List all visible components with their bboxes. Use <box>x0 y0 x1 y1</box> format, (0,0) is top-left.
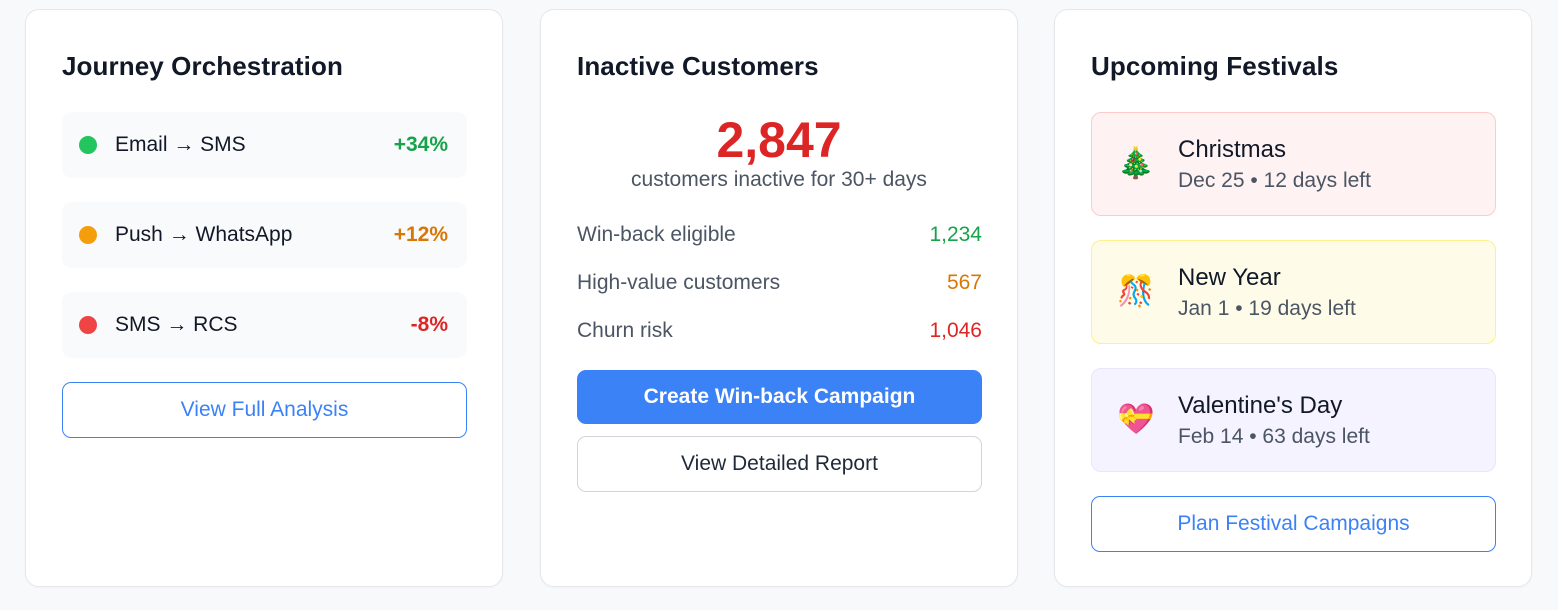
status-dot-icon <box>79 136 97 154</box>
plan-festival-campaigns-button[interactable]: Plan Festival Campaigns <box>1091 496 1496 552</box>
card-title: Journey Orchestration <box>62 51 343 81</box>
view-full-analysis-button[interactable]: View Full Analysis <box>62 382 467 438</box>
festival-name: Christmas <box>1178 135 1287 163</box>
inactive-customers-card: Inactive Customers 2,847 customers inact… <box>540 9 1018 587</box>
card-title: Upcoming Festivals <box>1091 51 1339 81</box>
stat-row-churn-risk: Churn risk 1,046 <box>577 316 982 346</box>
stat-value: 1,234 <box>929 223 982 246</box>
festival-item-christmas[interactable]: 🎄 Christmas Dec 25 • 12 days left <box>1091 112 1496 216</box>
heart-gift-icon: 💝 <box>1117 403 1155 436</box>
upcoming-festivals-card: Upcoming Festivals 🎄 Christmas Dec 25 • … <box>1054 9 1532 587</box>
journey-change: -8% <box>410 313 448 336</box>
festival-item-new-year[interactable]: 🎊 New Year Jan 1 • 19 days left <box>1091 240 1496 344</box>
journey-change: +12% <box>393 223 448 246</box>
stat-value: 567 <box>946 271 982 294</box>
create-win-back-campaign-button[interactable]: Create Win-back Campaign <box>577 370 982 424</box>
stat-label: Churn risk <box>577 319 673 342</box>
journey-change: +34% <box>393 133 448 156</box>
festival-meta: Feb 14 • 63 days left <box>1178 424 1370 448</box>
stat-label: High-value customers <box>577 271 781 294</box>
stat-row-high-value: High-value customers 567 <box>577 268 982 298</box>
journey-row-push-whatsapp[interactable]: Push → WhatsApp +12% <box>62 202 467 268</box>
festival-name: Valentine's Day <box>1178 391 1343 419</box>
party-popper-icon: 🎊 <box>1117 275 1155 308</box>
status-dot-icon <box>79 226 97 244</box>
journey-row-sms-rcs[interactable]: SMS → RCS -8% <box>62 292 467 358</box>
festival-meta: Dec 25 • 12 days left <box>1178 168 1371 192</box>
inactive-subtitle: customers inactive for 30+ days <box>631 168 927 191</box>
stat-row-win-back: Win-back eligible 1,234 <box>577 220 982 250</box>
stat-value: 1,046 <box>929 319 982 342</box>
christmas-tree-icon: 🎄 <box>1117 147 1155 180</box>
status-dot-icon <box>79 316 97 334</box>
inactive-count: 2,847 <box>716 112 842 168</box>
journey-row-email-sms[interactable]: Email → SMS +34% <box>62 112 467 178</box>
journey-orchestration-card: Journey Orchestration Email → SMS +34% P… <box>25 9 503 587</box>
festival-name: New Year <box>1178 263 1281 291</box>
journey-label: Push → WhatsApp <box>115 223 293 246</box>
festival-item-valentines-day[interactable]: 💝 Valentine's Day Feb 14 • 63 days left <box>1091 368 1496 472</box>
stat-label: Win-back eligible <box>577 223 736 246</box>
festival-meta: Jan 1 • 19 days left <box>1178 296 1356 320</box>
card-title: Inactive Customers <box>577 51 819 81</box>
journey-label: SMS → RCS <box>115 313 238 336</box>
view-detailed-report-button[interactable]: View Detailed Report <box>577 436 982 492</box>
journey-label: Email → SMS <box>115 133 246 156</box>
